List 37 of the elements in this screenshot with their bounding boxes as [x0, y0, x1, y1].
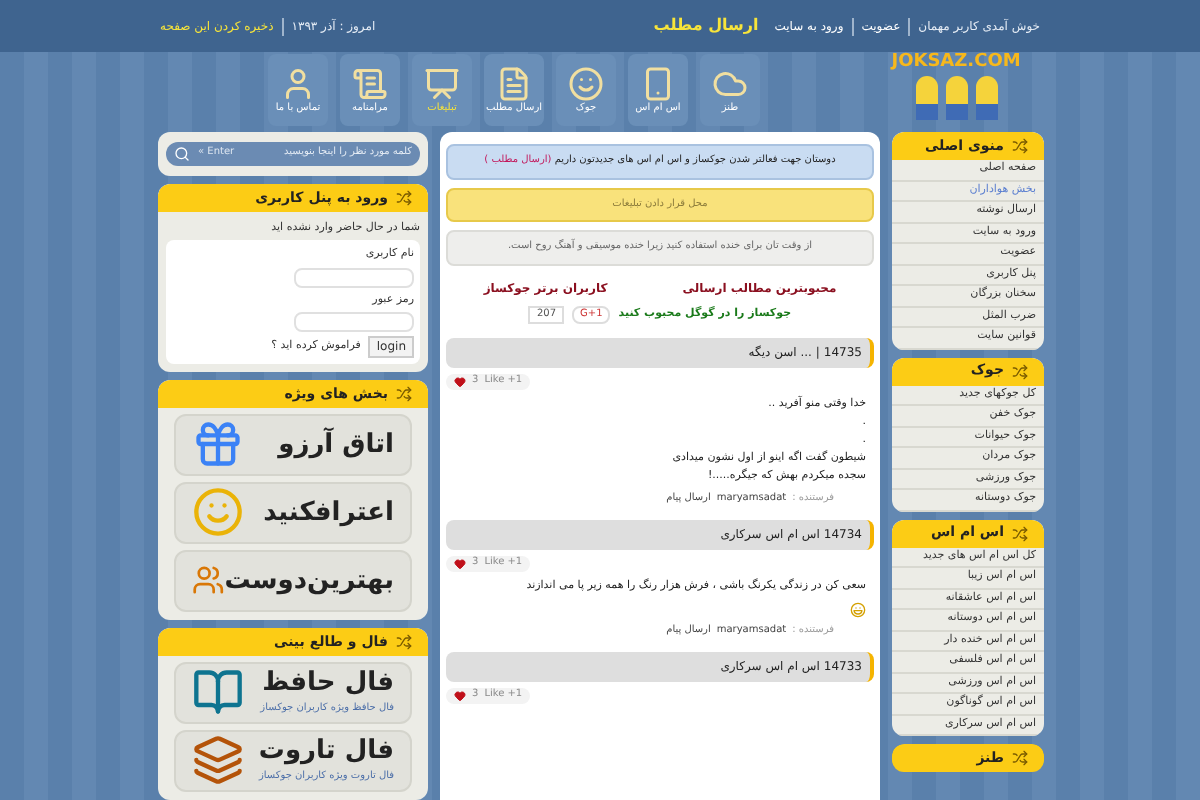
shuffle-icon: [1012, 750, 1028, 766]
phone-icon: [640, 66, 676, 102]
billboard-icon: [424, 66, 460, 102]
scroll-icon: [352, 66, 388, 102]
banner-title: اعترافکنید: [263, 499, 394, 526]
shuffle-icon: [1012, 525, 1028, 541]
logo-text: JOKSAZ.COM: [891, 54, 1021, 72]
banner-title: فال حافظ: [262, 669, 394, 695]
heart-icon: [454, 375, 466, 388]
gift-icon: [192, 418, 244, 471]
shuffle-icon: [396, 633, 412, 650]
banner-title: بهترین‌دوست: [224, 567, 394, 594]
document-icon: [496, 66, 532, 102]
heart-icon: [454, 689, 466, 702]
banner[interactable]: اعترافکنید: [174, 481, 412, 544]
person-icon: [280, 66, 316, 102]
username-field[interactable]: [294, 267, 414, 287]
smiley-icon: [192, 486, 244, 539]
banner-title: اتاق آرزو: [278, 431, 394, 458]
cartoon-figure-icon: [975, 76, 997, 120]
shuffle-icon: [1012, 138, 1028, 154]
banner[interactable]: اتاق آرزو: [174, 413, 412, 476]
cartoon-figure-icon: [945, 76, 967, 120]
send-post-link[interactable]: ارسال مطلب: [653, 14, 759, 38]
banner-title: فال تاروت: [258, 737, 394, 763]
shuffle-icon: [1012, 363, 1028, 379]
book-icon: [192, 666, 244, 719]
heart-icon: [454, 557, 466, 570]
face-icon: [568, 66, 604, 102]
cloud-icon: [712, 66, 748, 102]
shuffle-icon: [396, 190, 412, 206]
password-field[interactable]: [294, 311, 414, 332]
cards-icon: [192, 734, 244, 787]
banner[interactable]: بهترین‌دوست: [174, 549, 412, 612]
cartoon-figure-icon: [915, 76, 937, 120]
search-icon: [174, 146, 190, 162]
shuffle-icon: [396, 385, 412, 402]
